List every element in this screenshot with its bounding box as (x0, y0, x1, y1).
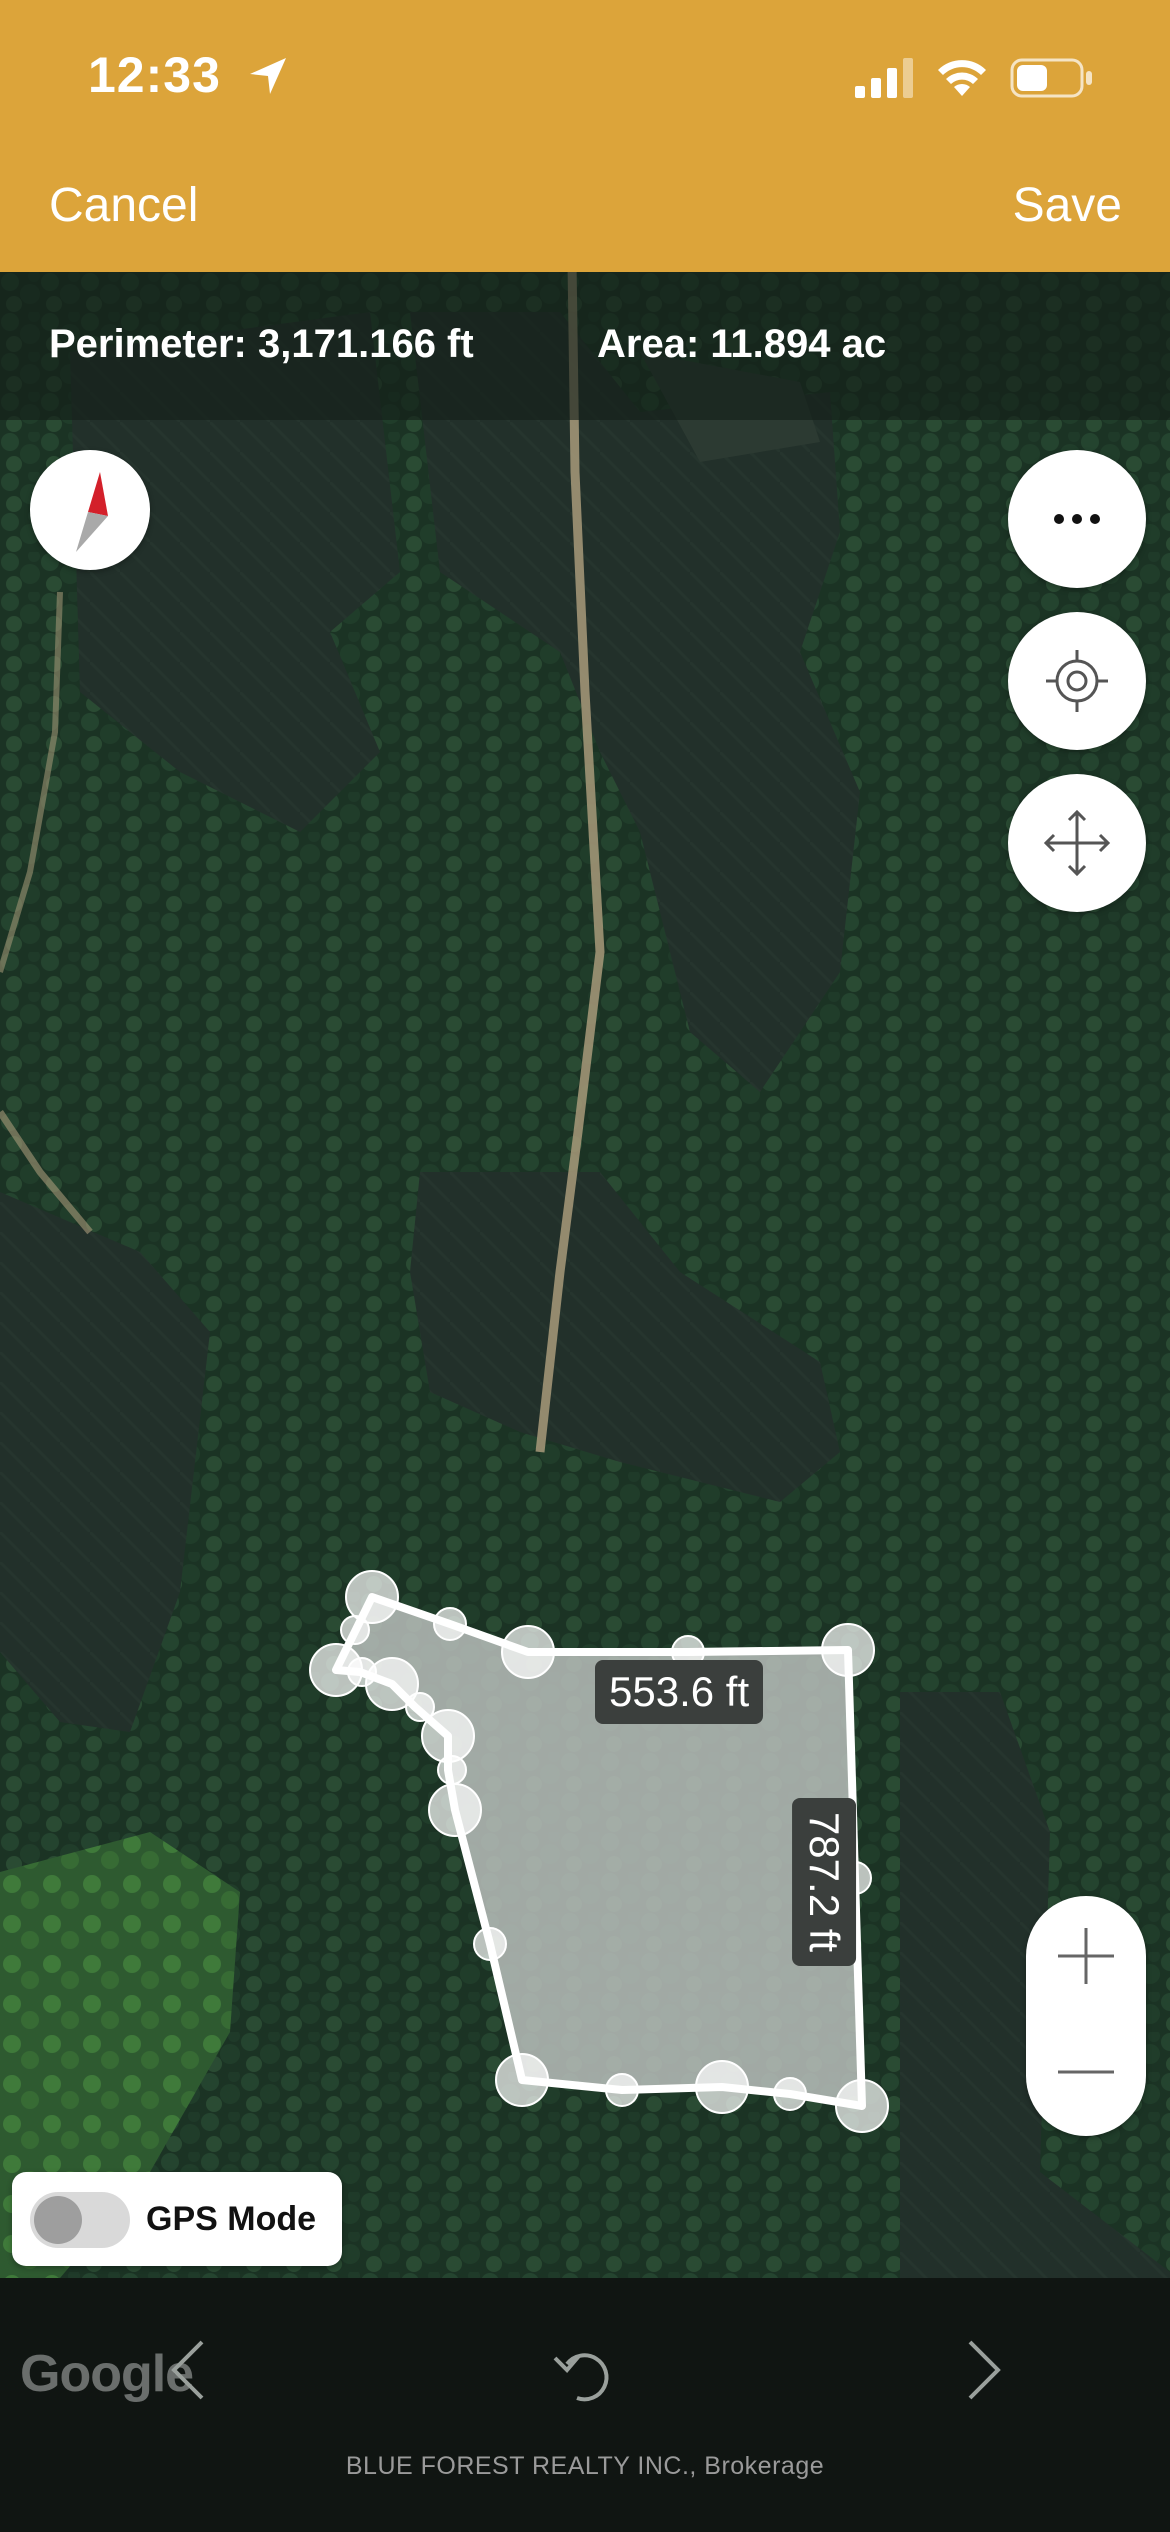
right-segment-length: 787.2 ft (792, 1797, 857, 1967)
signal-icon (855, 58, 913, 98)
perimeter-readout: Perimeter: 3,171.166 ft (49, 322, 474, 366)
compass-icon (76, 472, 108, 552)
map-imagery (0, 272, 1170, 2278)
save-button[interactable]: Save (1013, 178, 1122, 233)
vertex-handle[interactable] (835, 2079, 889, 2133)
midpoint-handle[interactable] (473, 1927, 507, 1961)
status-time: 12:33 (88, 47, 221, 103)
gps-mode-label: GPS Mode (146, 2200, 317, 2238)
top-bar: 12:33 Cancel Save (0, 0, 1170, 272)
back-icon[interactable] (150, 2330, 230, 2410)
top-segment-length: 553.6 ft (595, 1660, 764, 1724)
midpoint-handle[interactable] (773, 2077, 807, 2111)
forward-icon[interactable] (942, 2330, 1022, 2410)
midpoint-handle[interactable] (605, 2073, 639, 2107)
move-button[interactable] (1008, 774, 1146, 912)
wifi-icon (938, 60, 986, 96)
vertex-handle[interactable] (428, 1783, 482, 1837)
move-icon (1043, 809, 1111, 877)
gps-mode-toggle[interactable] (30, 2192, 130, 2248)
locate-button[interactable] (1008, 612, 1146, 750)
area-readout: Area: 11.894 ac (597, 322, 887, 366)
measurement-info-bar: Perimeter: 3,171.166 ft Area: 11.894 ac (0, 272, 1170, 420)
zoom-out-icon[interactable] (1026, 2016, 1146, 2136)
vertex-handle[interactable] (501, 1625, 555, 1679)
midpoint-handle[interactable] (433, 1607, 467, 1641)
undo-icon[interactable] (545, 2330, 625, 2410)
more-options-button[interactable] (1008, 450, 1146, 588)
vertex-handle[interactable] (495, 2053, 549, 2107)
zoom-control (1026, 1896, 1146, 2136)
cancel-button[interactable]: Cancel (49, 178, 198, 233)
footer-text: BLUE FOREST REALTY INC., Brokerage (345, 2452, 825, 2480)
midpoint-handle[interactable] (340, 1615, 370, 1645)
toggle-knob (34, 2196, 82, 2244)
zoom-in-icon[interactable] (1026, 1896, 1146, 2016)
location-arrow-icon (250, 58, 286, 94)
vertex-handle[interactable] (821, 1623, 875, 1677)
satellite-map[interactable] (0, 272, 1170, 2278)
locate-icon (1046, 650, 1108, 712)
compass-button[interactable] (30, 450, 150, 570)
battery-icon (1010, 58, 1092, 98)
gps-mode-control: GPS Mode (12, 2172, 342, 2266)
vertex-handle[interactable] (695, 2060, 749, 2114)
vertex-handle[interactable] (309, 1643, 363, 1697)
more-icon (1054, 514, 1100, 524)
